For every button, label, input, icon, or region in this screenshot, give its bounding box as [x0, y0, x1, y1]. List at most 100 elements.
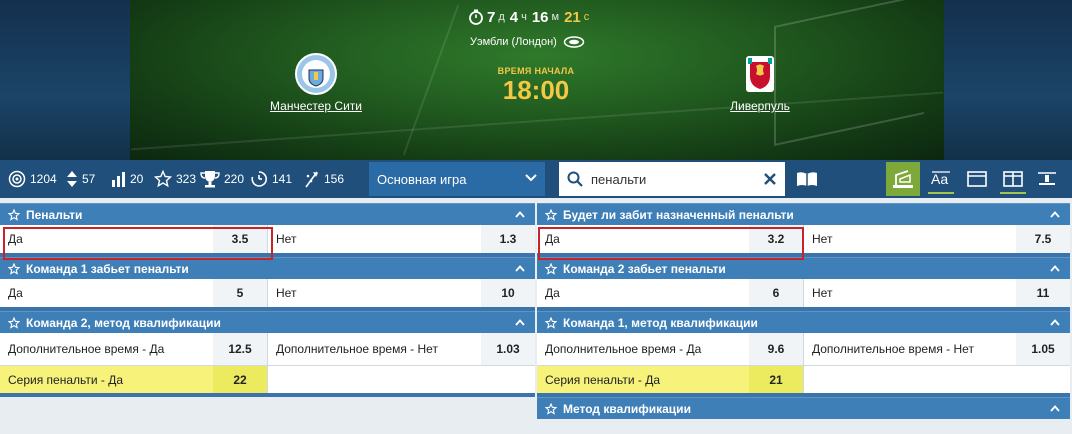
- two-column-view-button[interactable]: [996, 162, 1030, 196]
- away-team-name[interactable]: Ливерпуль: [700, 99, 820, 113]
- chevron-up-icon[interactable]: [1050, 319, 1060, 326]
- chevron-up-icon[interactable]: [515, 211, 525, 218]
- flag-icon: [305, 171, 318, 188]
- filter-time[interactable]: 141: [250, 160, 292, 198]
- font-size-button[interactable]: Aa: [924, 162, 958, 196]
- book-icon: [797, 172, 817, 186]
- game-period-select[interactable]: Основная игра: [369, 162, 545, 196]
- filter-favorites[interactable]: 323: [154, 160, 196, 198]
- market-title: Команда 1, метод квалификации: [563, 315, 758, 330]
- outcome-cell[interactable]: Нет 11: [804, 279, 1070, 307]
- filter-all-markets[interactable]: 1204: [8, 160, 57, 198]
- outcome-cell[interactable]: Нет 10: [268, 279, 535, 307]
- market-header[interactable]: Будет ли забит назначенный пенальти: [537, 203, 1070, 225]
- outcome-cell[interactable]: Дополнительное время - Да 12.5: [0, 333, 268, 365]
- outcome-odd[interactable]: 21: [749, 366, 803, 393]
- star-icon[interactable]: [8, 316, 20, 329]
- stat-outrights-count: 220: [224, 172, 245, 186]
- outcome-odd[interactable]: 3.5: [213, 225, 267, 253]
- chevron-up-icon[interactable]: [515, 265, 525, 272]
- chevron-up-icon[interactable]: [1050, 265, 1060, 272]
- liverpool-logo-icon: [746, 56, 774, 92]
- market-search[interactable]: [559, 162, 785, 196]
- outcome-odd[interactable]: 12.5: [213, 333, 267, 365]
- stats-view-button[interactable]: [886, 162, 920, 196]
- single-column-view-button[interactable]: [960, 162, 994, 196]
- collapse-view-button[interactable]: [1030, 162, 1064, 196]
- outcome-cell[interactable]: Дополнительное время - Нет 1.05: [804, 333, 1070, 365]
- home-team[interactable]: Манчестер Сити: [256, 52, 376, 113]
- outcome-odd[interactable]: 6: [749, 279, 803, 307]
- venue: Уэмбли (Лондон): [470, 34, 585, 50]
- svg-text:Aa: Aa: [931, 171, 948, 187]
- outcome-cell[interactable]: Серия пенальти - Да 21: [537, 366, 804, 393]
- market-title: Пенальти: [26, 207, 83, 222]
- market-header[interactable]: Пенальти: [0, 203, 535, 225]
- star-icon[interactable]: [545, 208, 557, 221]
- countdown-seconds: 21: [564, 8, 581, 26]
- filter-outrights[interactable]: 220: [200, 160, 244, 198]
- outcome-label: Дополнительное время - Да: [8, 342, 165, 356]
- market-header[interactable]: Команда 1 забьет пенальти: [0, 257, 535, 279]
- countdown-timer: 7 д 4 ч 16 м 21 с: [468, 7, 591, 27]
- star-icon[interactable]: [8, 262, 20, 275]
- outcome-odd[interactable]: 1.3: [481, 225, 535, 253]
- star-icon[interactable]: [545, 402, 557, 415]
- market-header[interactable]: Команда 2, метод квалификации: [0, 311, 535, 333]
- chevron-up-icon[interactable]: [515, 319, 525, 326]
- countdown-hours-unit: ч: [521, 11, 527, 23]
- outcome-cell[interactable]: Нет 7.5: [804, 225, 1070, 253]
- outcome-odd[interactable]: 22: [213, 366, 267, 393]
- outcome-odd[interactable]: 1.05: [1016, 333, 1070, 365]
- home-team-name[interactable]: Манчестер Сити: [256, 99, 376, 113]
- filter-handicap[interactable]: 57: [66, 160, 95, 198]
- outcome-label: Да: [8, 286, 23, 300]
- outcome-odd[interactable]: 9.6: [749, 333, 803, 365]
- chevron-up-icon[interactable]: [1050, 405, 1060, 412]
- market-header[interactable]: Команда 1, метод квалификации: [537, 311, 1070, 333]
- market-row: Да 3.5 Нет 1.3: [0, 225, 535, 257]
- stat-favorites-count: 323: [176, 172, 197, 186]
- market-header[interactable]: Метод квалификации: [537, 397, 1070, 419]
- outcome-cell[interactable]: Дополнительное время - Да 9.6: [537, 333, 804, 365]
- clear-search-icon[interactable]: [763, 172, 777, 186]
- match-header: 7 д 4 ч 16 м 21 с Уэмбли (Лондон) Манчес…: [0, 0, 1072, 160]
- outcome-cell[interactable]: Нет 1.3: [268, 225, 535, 253]
- stat-totals-count: 20: [130, 172, 144, 186]
- outcome-odd[interactable]: 5: [213, 279, 267, 307]
- star-icon[interactable]: [545, 262, 557, 275]
- countdown-hours: 4: [509, 8, 519, 26]
- away-team[interactable]: Ливерпуль: [700, 52, 820, 113]
- start-time: 18:00: [502, 75, 570, 105]
- trophy-icon: [200, 171, 220, 188]
- outcome-odd[interactable]: 7.5: [1016, 225, 1070, 253]
- filter-totals[interactable]: 20: [112, 160, 143, 198]
- outcome-label: Да: [545, 232, 560, 246]
- outcome-cell[interactable]: Да 3.5: [0, 225, 268, 253]
- outcome-cell[interactable]: Серия пенальти - Да 22: [0, 366, 268, 393]
- outcome-label: Дополнительное время - Нет: [812, 342, 974, 356]
- stadium-right-backdrop: [944, 0, 1072, 160]
- outcome-odd[interactable]: 3.2: [749, 225, 803, 253]
- chevron-up-icon[interactable]: [1050, 211, 1060, 218]
- filter-specials[interactable]: 156: [304, 160, 344, 198]
- star-icon: [154, 170, 172, 188]
- outcome-odd[interactable]: 10: [481, 279, 535, 307]
- star-icon[interactable]: [8, 208, 20, 221]
- market-header[interactable]: Команда 2 забьет пенальти: [537, 257, 1070, 279]
- outcome-cell[interactable]: Да 3.2: [537, 225, 804, 253]
- stat-all-count: 1204: [30, 172, 57, 186]
- outcome-cell[interactable]: Дополнительное время - Нет 1.03: [268, 333, 535, 365]
- star-icon[interactable]: [545, 316, 557, 329]
- outcome-cell[interactable]: Да 6: [537, 279, 804, 307]
- countdown-minutes-unit: м: [551, 11, 560, 23]
- outcome-label: Нет: [812, 232, 833, 246]
- rules-button[interactable]: [790, 162, 824, 196]
- search-input[interactable]: [591, 171, 751, 187]
- markets-left-column: Пенальти Да 3.5 Нет 1.3 Команда 1 забьет…: [0, 203, 535, 397]
- stat-specials-count: 156: [324, 172, 345, 186]
- outcome-odd[interactable]: 1.03: [481, 333, 535, 365]
- pin-icon: [1038, 172, 1056, 185]
- outcome-odd[interactable]: 11: [1016, 279, 1070, 307]
- outcome-cell[interactable]: Да 5: [0, 279, 268, 307]
